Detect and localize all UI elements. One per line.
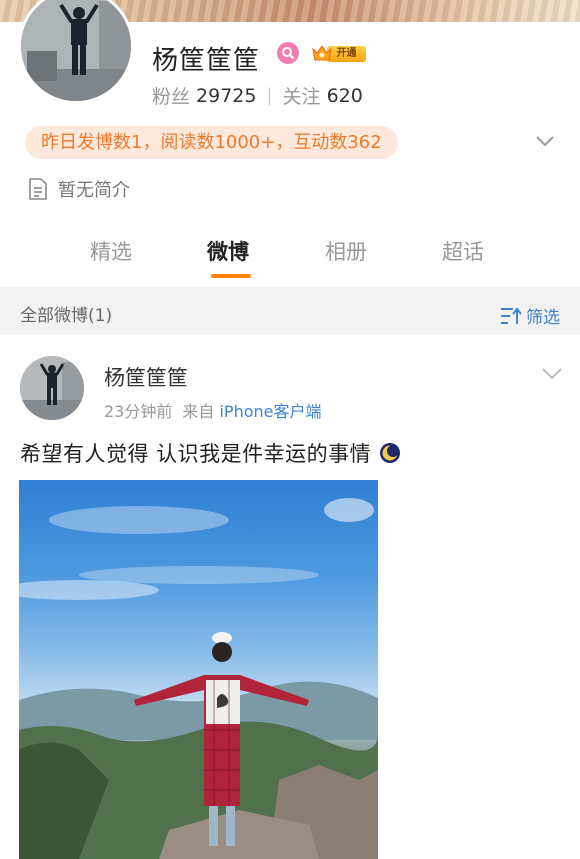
vip-crown-icon bbox=[312, 45, 332, 61]
profile-username: 杨筐筐筐 bbox=[152, 46, 261, 76]
document-icon bbox=[29, 178, 47, 200]
stats-divider: | bbox=[266, 85, 273, 106]
post-author-name[interactable]: 杨筐筐筐 bbox=[104, 362, 188, 392]
post-meta: 23分钟前 来自 iPhone客户端 bbox=[104, 398, 322, 422]
post-text-content: 希望有人觉得 认识我是件幸运的事情 bbox=[20, 442, 372, 466]
filter-label: 筛选 bbox=[526, 308, 560, 328]
tab-supertopic[interactable]: 超话 bbox=[442, 236, 484, 266]
all-posts-count: 全部微博(1) bbox=[20, 306, 113, 326]
chevron-down-icon[interactable] bbox=[534, 132, 556, 150]
active-tab-indicator bbox=[211, 274, 251, 278]
profile-bio[interactable]: 暂无简介 bbox=[28, 176, 130, 202]
filter-button[interactable]: 筛选 bbox=[500, 303, 560, 328]
profile-tabs: 精选 微博 相册 超话 bbox=[0, 232, 580, 282]
moon-emoji-icon bbox=[380, 443, 401, 463]
tab-album[interactable]: 相册 bbox=[325, 236, 367, 266]
post-text: 希望有人觉得 认识我是件幸运的事情 bbox=[20, 438, 401, 468]
fans-count[interactable]: 29725 bbox=[196, 85, 256, 107]
profile-stats: 粉丝 29725 | 关注 620 bbox=[152, 82, 363, 109]
vip-badge[interactable]: 开通 bbox=[311, 43, 366, 63]
following-label[interactable]: 关注 bbox=[283, 82, 321, 109]
post-image[interactable] bbox=[19, 480, 378, 859]
post-menu-chevron-icon[interactable] bbox=[541, 366, 563, 382]
bio-text: 暂无简介 bbox=[58, 180, 130, 201]
post-time: 23分钟前 bbox=[104, 402, 173, 421]
activity-summary[interactable]: 昨日发博数1，阅读数1000+，互动数362 bbox=[25, 126, 398, 159]
filter-icon bbox=[501, 306, 522, 324]
filter-bar: 全部微博(1) 筛选 bbox=[0, 287, 580, 335]
tab-weibo[interactable]: 微博 bbox=[207, 236, 249, 266]
tab-featured[interactable]: 精选 bbox=[90, 236, 132, 266]
post-source-prefix: 来自 bbox=[182, 402, 215, 421]
search-icon[interactable] bbox=[277, 42, 299, 64]
post-author-avatar[interactable] bbox=[20, 356, 84, 420]
fans-label[interactable]: 粉丝 bbox=[152, 82, 190, 109]
post-source[interactable]: iPhone客户端 bbox=[219, 402, 321, 421]
following-count[interactable]: 620 bbox=[327, 85, 363, 107]
